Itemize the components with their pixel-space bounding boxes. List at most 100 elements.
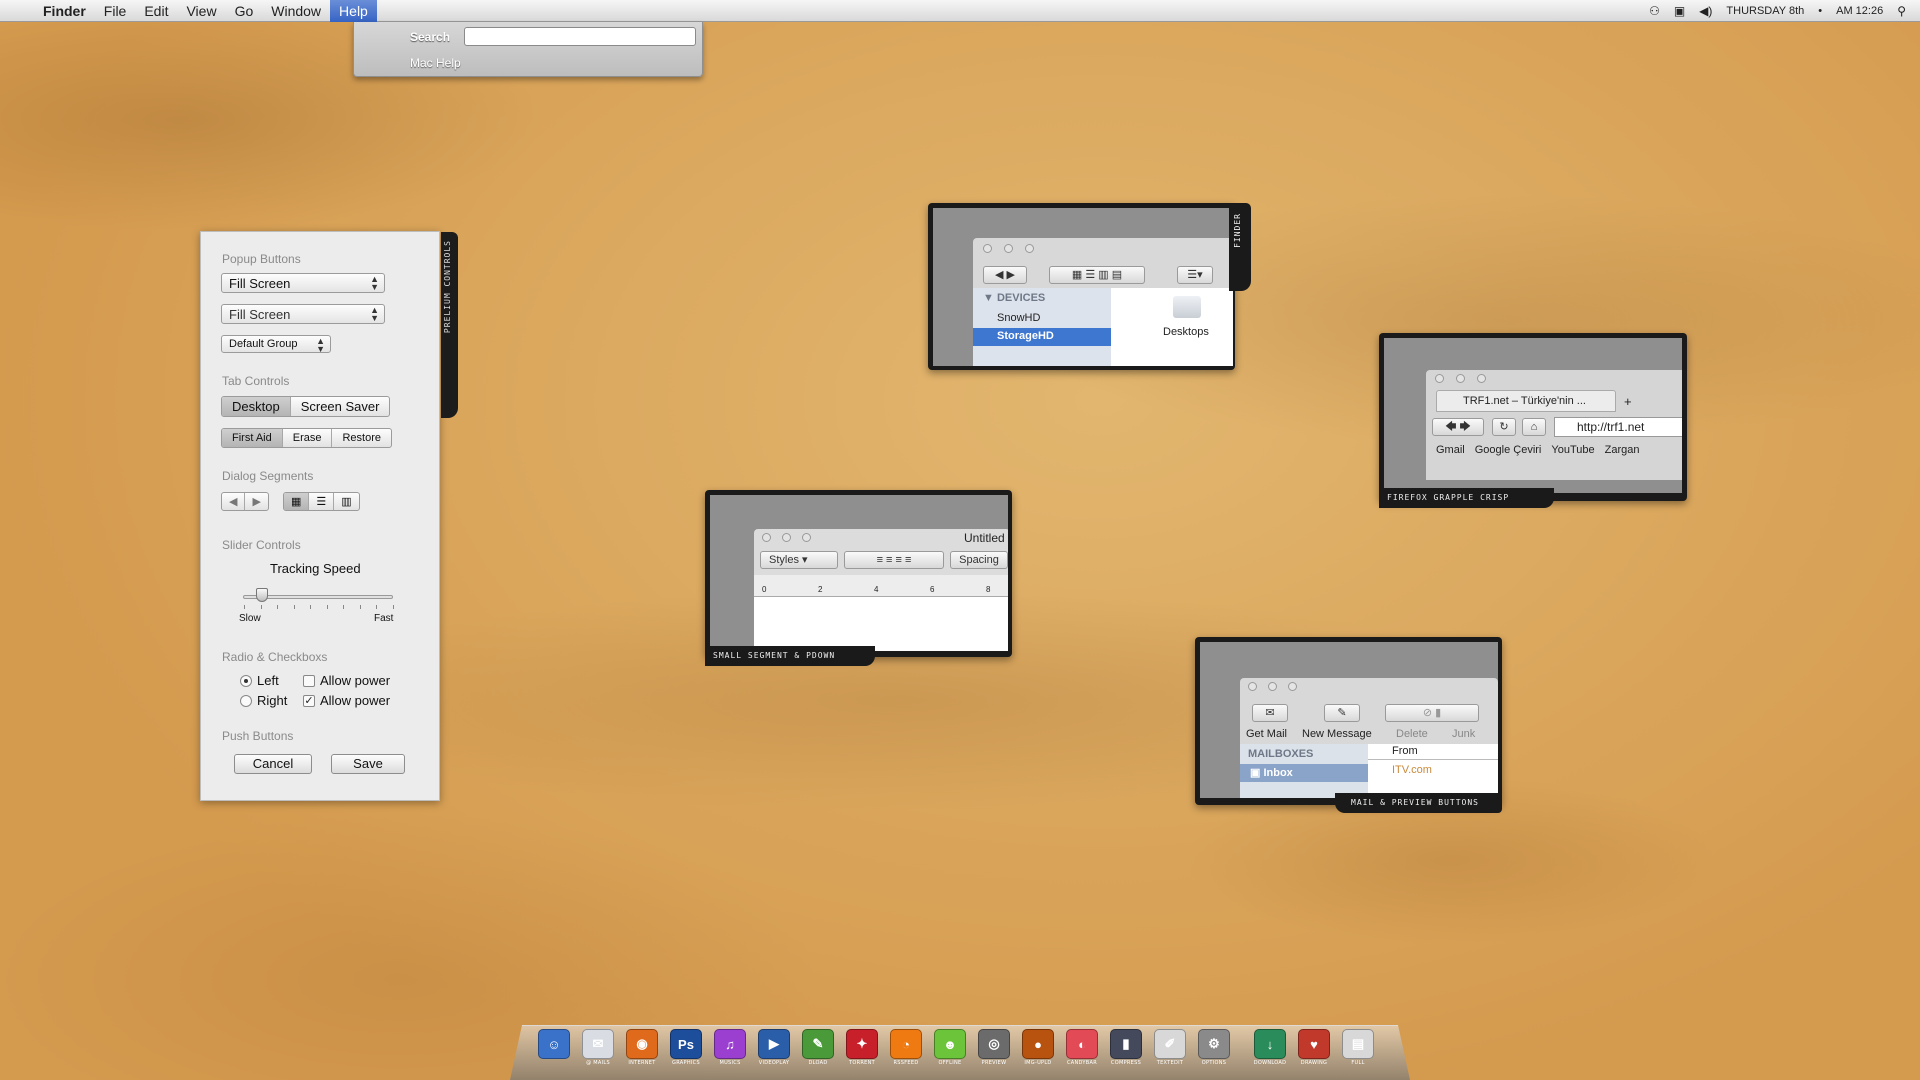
ruler[interactable]: 0 2 4 6 8 bbox=[754, 575, 1008, 597]
tab-desktop[interactable]: Desktop bbox=[222, 397, 291, 416]
dock-app-icon[interactable]: ✐ bbox=[1154, 1029, 1186, 1059]
home-icon[interactable]: ⌂ bbox=[1522, 418, 1546, 436]
dock-app-icon[interactable]: ↓ bbox=[1254, 1029, 1286, 1059]
dock-item[interactable]: ◉ INTERNET bbox=[624, 1029, 660, 1069]
from-column-header[interactable]: From bbox=[1368, 744, 1498, 760]
text-area[interactable] bbox=[754, 597, 1008, 651]
menu-edit[interactable]: Edit bbox=[135, 0, 177, 22]
minimize-icon[interactable] bbox=[1004, 244, 1013, 253]
alignment-segment[interactable]: ≡ ≡ ≡ ≡ bbox=[844, 551, 944, 569]
dock-item[interactable]: ♥ DRAWING bbox=[1296, 1029, 1332, 1069]
users-icon[interactable]: ⚇ bbox=[1649, 4, 1660, 18]
dock-app-icon[interactable]: ♥ bbox=[1298, 1029, 1330, 1059]
tab-erase[interactable]: Erase bbox=[283, 429, 333, 447]
menu-file[interactable]: File bbox=[95, 0, 136, 22]
dock-item[interactable]: ✦ TORRENT bbox=[844, 1029, 880, 1069]
save-button[interactable]: Save bbox=[331, 754, 405, 774]
icon-view-icon[interactable]: ▦ bbox=[284, 493, 310, 510]
dock-item[interactable]: ▶ VIDEOPLAY bbox=[756, 1029, 792, 1069]
list-view-icon[interactable]: ☰ bbox=[309, 493, 335, 510]
dock-app-icon[interactable]: ▶ bbox=[758, 1029, 790, 1059]
menu-help[interactable]: Help bbox=[330, 0, 377, 22]
dock-item[interactable]: Ps GRAPHICS bbox=[668, 1029, 704, 1069]
dock-app-icon[interactable]: ◔ bbox=[890, 1029, 922, 1059]
styles-popup[interactable]: Styles ▾ bbox=[760, 551, 838, 569]
dock-item[interactable]: ✎ DLOAD bbox=[800, 1029, 836, 1069]
close-icon[interactable] bbox=[1435, 374, 1444, 383]
back-forward-buttons[interactable]: 🡄 🡆 bbox=[1432, 418, 1484, 436]
dock-item[interactable]: ◐ CANDYBAR bbox=[1064, 1029, 1100, 1069]
dock-item[interactable]: ◎ PREVIEW bbox=[976, 1029, 1012, 1069]
minimize-icon[interactable] bbox=[782, 533, 791, 542]
dock-app-icon[interactable]: ● bbox=[1022, 1029, 1054, 1059]
spotlight-icon[interactable]: ⚲ bbox=[1897, 4, 1906, 18]
bookmark-google-ceviri[interactable]: Google Çeviri bbox=[1475, 444, 1542, 456]
dock-item[interactable]: ▮ COMPRESS bbox=[1108, 1029, 1144, 1069]
tab-screen-saver[interactable]: Screen Saver bbox=[291, 397, 390, 416]
tab-first-aid[interactable]: First Aid bbox=[222, 429, 283, 447]
dock-item[interactable]: ✉ @ MAILS bbox=[580, 1029, 616, 1069]
zoom-icon[interactable] bbox=[1025, 244, 1034, 253]
volume-icon[interactable]: ◀) bbox=[1699, 4, 1712, 18]
dock-app-icon[interactable]: ▮ bbox=[1110, 1029, 1142, 1059]
zoom-icon[interactable] bbox=[1477, 374, 1486, 383]
close-icon[interactable] bbox=[762, 533, 771, 542]
dock-app-icon[interactable]: ✦ bbox=[846, 1029, 878, 1059]
zoom-icon[interactable] bbox=[802, 533, 811, 542]
clock-time[interactable]: AM 12:26 bbox=[1836, 5, 1883, 17]
view-mode-buttons[interactable]: ▦ ☰ ▥ ▤ bbox=[1049, 266, 1145, 284]
url-field[interactable]: http://trf1.net bbox=[1554, 417, 1682, 437]
close-icon[interactable] bbox=[983, 244, 992, 253]
radio-left[interactable] bbox=[240, 675, 252, 687]
close-icon[interactable] bbox=[1248, 682, 1257, 691]
inbox-item[interactable]: ▣ Inbox bbox=[1240, 764, 1368, 782]
dock-item[interactable]: ● IMG-UPLD bbox=[1020, 1029, 1056, 1069]
menu-window[interactable]: Window bbox=[262, 0, 330, 22]
bookmark-gmail[interactable]: Gmail bbox=[1436, 444, 1465, 456]
reload-icon[interactable]: ↻ bbox=[1492, 418, 1516, 436]
get-mail-icon[interactable]: ✉ bbox=[1252, 704, 1288, 722]
new-message-icon[interactable]: ✎ bbox=[1324, 704, 1360, 722]
dock-app-icon[interactable]: ▤ bbox=[1342, 1029, 1374, 1059]
tab-restore[interactable]: Restore bbox=[332, 429, 391, 447]
dock-item[interactable]: ↓ DOWNLOAD bbox=[1252, 1029, 1288, 1069]
checkbox-allow-power-1[interactable] bbox=[303, 675, 315, 687]
dock-app-icon[interactable]: ✎ bbox=[802, 1029, 834, 1059]
back-arrow-icon[interactable]: ◀ bbox=[222, 493, 246, 510]
minimize-icon[interactable] bbox=[1268, 682, 1277, 691]
get-mail-label[interactable]: Get Mail bbox=[1246, 728, 1287, 740]
dock-app-icon[interactable]: ◎ bbox=[978, 1029, 1010, 1059]
minimize-icon[interactable] bbox=[1456, 374, 1465, 383]
menu-view[interactable]: View bbox=[177, 0, 225, 22]
clock-day[interactable]: THURSDAY 8th bbox=[1726, 5, 1804, 17]
delete-junk-buttons[interactable]: ⊘ ▮ bbox=[1385, 704, 1479, 722]
bookmark-youtube[interactable]: YouTube bbox=[1551, 444, 1594, 456]
action-button[interactable]: ☰▾ bbox=[1177, 266, 1213, 284]
dock-item[interactable]: ▤ FULL bbox=[1340, 1029, 1376, 1069]
browser-tab[interactable]: TRF1.net – Türkiye'nin ... bbox=[1436, 390, 1616, 412]
menu-finder[interactable]: Finder bbox=[34, 0, 95, 22]
help-search-input[interactable] bbox=[464, 27, 696, 46]
mac-help-item[interactable]: Mac Help bbox=[410, 56, 461, 70]
radio-right[interactable] bbox=[240, 695, 252, 707]
dock-item[interactable]: ☺ bbox=[536, 1029, 572, 1069]
dock-item[interactable]: ◔ RSSFEED bbox=[888, 1029, 924, 1069]
dock-app-icon[interactable]: ◐ bbox=[1066, 1029, 1098, 1059]
bookmark-zargan[interactable]: Zargan bbox=[1605, 444, 1640, 456]
cancel-button[interactable]: Cancel bbox=[234, 754, 312, 774]
dock-app-icon[interactable]: Ps bbox=[670, 1029, 702, 1059]
dock-app-icon[interactable]: ☺ bbox=[538, 1029, 570, 1059]
dock-app-icon[interactable]: ✉ bbox=[582, 1029, 614, 1059]
dock-item[interactable]: ☻ OFFLINE bbox=[932, 1029, 968, 1069]
folder-icon[interactable] bbox=[1173, 296, 1201, 318]
display-icon[interactable]: ▣ bbox=[1674, 4, 1685, 18]
forward-arrow-icon[interactable]: ▶ bbox=[245, 493, 267, 510]
dock-item[interactable]: ⚙ OPTIONS bbox=[1196, 1029, 1232, 1069]
dock-app-icon[interactable]: ◉ bbox=[626, 1029, 658, 1059]
device-snowhd[interactable]: SnowHD bbox=[997, 312, 1040, 324]
new-message-label[interactable]: New Message bbox=[1302, 728, 1372, 740]
menu-go[interactable]: Go bbox=[226, 0, 263, 22]
popup-button-2[interactable]: Fill Screen ▲ ▼ bbox=[221, 304, 385, 324]
dock-item[interactable]: ♫ MUSICS bbox=[712, 1029, 748, 1069]
dock-app-icon[interactable]: ⚙ bbox=[1198, 1029, 1230, 1059]
